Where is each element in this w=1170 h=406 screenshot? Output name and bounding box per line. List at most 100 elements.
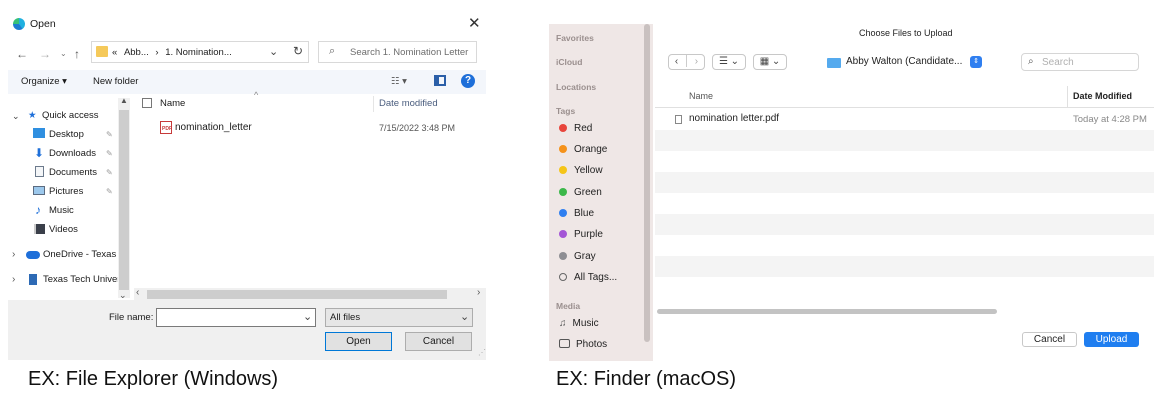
sidebar-section-tags: Tags: [556, 106, 576, 116]
nav-item-downloads[interactable]: Downloads: [49, 148, 96, 159]
preview-pane-icon[interactable]: [434, 75, 446, 86]
cancel-button[interactable]: Cancel: [405, 332, 472, 351]
resize-grip-icon[interactable]: ⋰: [478, 348, 486, 357]
nav-item-videos[interactable]: Videos: [49, 224, 78, 235]
recent-dropdown-icon[interactable]: ⌄: [60, 44, 67, 64]
green-dot-icon: [559, 188, 567, 196]
chevron-right-icon[interactable]: ›: [12, 249, 15, 260]
cancel-button[interactable]: Cancel: [1022, 332, 1077, 347]
column-header-date-modified[interactable]: Date modified: [379, 98, 438, 109]
orange-dot-icon: [559, 145, 567, 153]
camera-icon: [559, 339, 570, 348]
sidebar-item-music[interactable]: ♫ Music: [559, 318, 599, 329]
cloud-icon: [26, 251, 40, 259]
breadcrumb-overflow[interactable]: «: [112, 47, 117, 58]
pin-icon: ✎: [106, 168, 113, 177]
chevron-down-icon[interactable]: ⌄: [460, 310, 469, 323]
pin-icon: ✎: [106, 187, 113, 196]
column-header-name[interactable]: Name: [689, 91, 713, 101]
breadcrumb[interactable]: « Abb... › 1. Nomination...: [112, 47, 232, 58]
scroll-right-arrow-icon[interactable]: ›: [477, 287, 480, 298]
sidebar-all-tags[interactable]: All Tags...: [559, 272, 617, 283]
chevron-down-icon[interactable]: ⌄: [12, 111, 20, 122]
help-icon[interactable]: ?: [461, 74, 475, 88]
scroll-up-arrow-icon[interactable]: ▲: [120, 96, 128, 105]
file-type-value[interactable]: All files: [330, 312, 360, 323]
view-options-icon[interactable]: ☷ ▾: [391, 76, 407, 87]
column-divider: [373, 96, 374, 112]
file-type-select[interactable]: All files ⌄: [325, 308, 473, 327]
chevron-right-icon[interactable]: ›: [12, 274, 15, 285]
select-all-checkbox[interactable]: [142, 98, 152, 108]
back-forward-buttons[interactable]: ‹ ›: [668, 54, 705, 70]
chevron-down-icon[interactable]: ⌄: [303, 310, 312, 323]
refresh-icon[interactable]: ↻: [293, 44, 303, 58]
nav-item-onedrive[interactable]: OneDrive - Texas T: [43, 249, 124, 260]
sidebar-tag-orange[interactable]: Orange: [559, 144, 607, 155]
upload-button[interactable]: Upload: [1084, 332, 1139, 347]
grid-view-button[interactable]: ▦ ⌄: [753, 54, 787, 70]
sidebar-section-favorites: Favorites: [556, 33, 594, 43]
pin-icon: ✎: [106, 149, 113, 158]
sidebar-tag-gray[interactable]: Gray: [559, 251, 596, 262]
organize-menu[interactable]: Organize ▾: [21, 76, 67, 87]
nav-item-documents[interactable]: Documents: [49, 167, 97, 178]
sidebar-section-locations: Locations: [556, 82, 597, 92]
purple-dot-icon: [559, 230, 567, 238]
pin-icon: ✎: [106, 130, 113, 139]
file-row[interactable]: PDF nomination_letter 7/15/2022 3:48 PM: [138, 118, 486, 136]
empty-row: [655, 235, 1154, 256]
back-arrow-icon[interactable]: ←: [16, 44, 28, 64]
sidebar-item-label: Photos: [576, 339, 608, 350]
nav-item-quick-access[interactable]: Quick access: [42, 110, 99, 121]
location-popup[interactable]: Abby Walton (Candidate... ⇕: [825, 53, 983, 71]
nav-item-pictures[interactable]: Pictures: [49, 186, 83, 197]
sidebar-tag-green[interactable]: Green: [559, 187, 602, 198]
sidebar-item-photos[interactable]: Photos: [559, 339, 607, 350]
red-dot-icon: [559, 124, 567, 132]
chevron-down-icon[interactable]: ⌄: [269, 45, 278, 58]
column-header-name[interactable]: Name: [160, 98, 185, 109]
file-row[interactable]: nomination letter.pdf Today at 4:28 PM: [655, 109, 1154, 130]
sidebar-tag-blue[interactable]: Blue: [559, 208, 594, 219]
file-name[interactable]: nomination_letter: [175, 122, 252, 133]
nav-item-texas-tech[interactable]: Texas Tech Univers: [43, 274, 125, 285]
location-label[interactable]: Abby Walton (Candidate...: [846, 53, 962, 71]
breadcrumb-item[interactable]: Abb...: [124, 47, 149, 58]
sidebar-tag-purple[interactable]: Purple: [559, 229, 603, 240]
file-name-input[interactable]: ⌄: [156, 308, 316, 327]
new-folder-button[interactable]: New folder: [93, 76, 138, 87]
star-icon: ★: [28, 110, 37, 121]
tag-label: Orange: [574, 144, 608, 155]
updown-chevron-icon[interactable]: ⇕: [970, 56, 982, 68]
horizontal-scrollbar-thumb[interactable]: [147, 290, 447, 299]
building-icon: [29, 274, 37, 285]
forward-arrow-icon[interactable]: →: [39, 44, 51, 64]
back-chevron-icon[interactable]: ‹: [675, 56, 678, 67]
up-arrow-icon[interactable]: ↑: [74, 44, 80, 64]
nav-item-desktop[interactable]: Desktop: [49, 129, 84, 140]
nav-item-music[interactable]: Music: [49, 205, 74, 216]
scroll-left-arrow-icon[interactable]: ‹: [136, 287, 139, 298]
column-header-date-modified[interactable]: Date Modified: [1073, 91, 1132, 101]
nav-scrollbar-thumb[interactable]: [119, 110, 129, 290]
dialog-title: Open: [30, 18, 56, 30]
horizontal-scrollbar-thumb[interactable]: [657, 309, 997, 314]
documents-icon: [35, 166, 44, 177]
tag-label: Gray: [574, 251, 596, 262]
edge-logo-icon: [13, 18, 25, 30]
list-view-button[interactable]: ☰ ⌄: [712, 54, 746, 70]
sidebar-tag-yellow[interactable]: Yellow: [559, 165, 603, 176]
forward-chevron-icon[interactable]: ›: [695, 56, 698, 67]
close-icon[interactable]: ✕: [468, 14, 481, 32]
breadcrumb-item[interactable]: 1. Nomination...: [165, 47, 232, 58]
search-input[interactable]: ⌕ Search 1. Nomination Letter: [318, 41, 477, 63]
file-name[interactable]: nomination letter.pdf: [689, 113, 779, 124]
sidebar-tag-red[interactable]: Red: [559, 123, 592, 134]
search-field[interactable]: ⌕ Search: [1021, 53, 1139, 71]
sidebar-scrollbar[interactable]: [644, 24, 650, 342]
empty-row: [655, 193, 1154, 214]
address-bar[interactable]: « Abb... › 1. Nomination... ⌄ ↻: [91, 41, 309, 63]
open-button[interactable]: Open: [325, 332, 392, 351]
caption-mac: EX: Finder (macOS): [556, 368, 737, 390]
